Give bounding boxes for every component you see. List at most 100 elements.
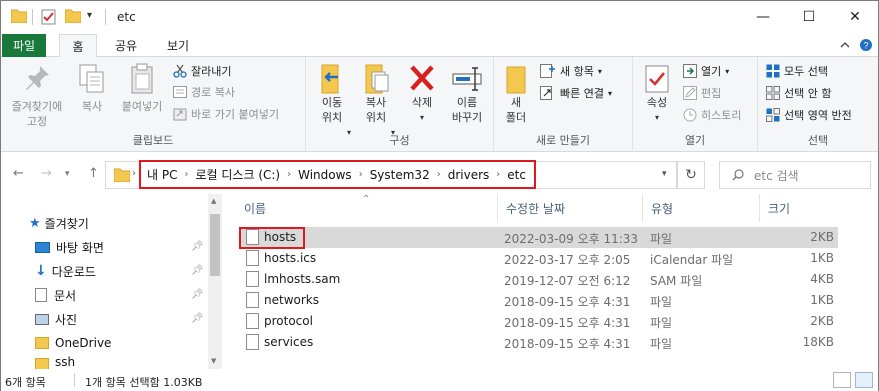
address-history-chevron-icon[interactable]: ▾ <box>662 169 667 179</box>
file-name: protocol <box>264 314 313 328</box>
new-folder-quick-icon[interactable] <box>65 9 81 23</box>
tab-view[interactable]: 보기 <box>156 34 200 57</box>
table-row[interactable]: protocol 2018-09-15 오후 4:31 파일 2KB <box>240 311 838 332</box>
table-row[interactable]: networks 2018-09-15 오후 4:31 파일 1KB <box>240 290 838 311</box>
open-group: 속성 ▾ 열기 ▾ 편집 히스토리 열기 <box>633 57 758 152</box>
search-placeholder: etc 검색 <box>754 168 799 183</box>
nav-item-onedrive[interactable]: OneDrive <box>35 331 111 355</box>
properties-button[interactable]: 속성 ▾ <box>639 63 675 125</box>
close-button[interactable]: ✕ <box>832 1 878 33</box>
select-all-button[interactable]: 모두 선택 <box>766 63 828 79</box>
up-arrow-icon[interactable]: ↑ <box>88 166 99 181</box>
easy-access-label: 빠른 연결 <box>560 87 604 100</box>
refresh-button[interactable]: ↻ <box>677 161 705 189</box>
divider <box>32 9 33 25</box>
help-icon[interactable]: ? <box>859 38 873 52</box>
new-folder-button[interactable]: 새 폴더 <box>498 63 534 125</box>
pin-icon[interactable]: 📌︎ <box>191 265 204 276</box>
select-all-label: 모두 선택 <box>784 65 828 78</box>
edit-button[interactable]: 편집 <box>683 85 721 101</box>
select-group: 모두 선택 선택 안 함 선택 영역 반전 선택 <box>758 57 878 152</box>
nav-item-pictures[interactable]: 사진 <box>35 307 77 331</box>
navigation-pane: ★ 즐겨찾기 바탕 화면 📌︎ ↓ 다운로드 📌︎ 문서 📌︎ 사진 📌︎ On… <box>1 194 222 369</box>
table-row[interactable]: lmhosts.sam 2019-12-07 오전 6:12 SAM 파일 4K… <box>240 269 838 290</box>
chevron-right-icon: › <box>184 169 189 180</box>
file-type: 파일 <box>650 295 673 309</box>
breadcrumb-system32[interactable]: System32 <box>370 168 430 182</box>
file-icon <box>246 334 259 350</box>
tab-share[interactable]: 공유 <box>104 34 148 57</box>
breadcrumb-drivers[interactable]: drivers <box>448 168 490 182</box>
history-button[interactable]: 히스토리 <box>683 107 741 123</box>
select-none-button[interactable]: 선택 안 함 <box>766 85 831 101</box>
recent-locations-chevron-icon[interactable]: ▾ <box>65 169 70 179</box>
back-arrow-icon[interactable]: ← <box>13 166 24 181</box>
nav-scrollbar[interactable]: ▲ ▼ <box>208 194 222 369</box>
properties-quick-icon[interactable] <box>41 9 57 25</box>
delete-button[interactable]: 삭제 ▾ <box>402 63 442 125</box>
chevron-right-icon: › <box>132 168 136 179</box>
rename-label: 이름 바꾸기 <box>451 96 483 124</box>
nav-item-quick-access[interactable]: ★ 즐겨찾기 <box>29 211 89 235</box>
quick-access-dropdown-icon[interactable]: ▾ <box>87 10 92 21</box>
tab-file[interactable]: 파일 <box>2 34 46 57</box>
pin-icon[interactable]: 📌︎ <box>191 313 204 324</box>
details-view-icon[interactable] <box>833 372 851 388</box>
forward-arrow-icon[interactable]: → <box>41 166 52 181</box>
search-icon <box>732 169 744 181</box>
invert-selection-button[interactable]: 선택 영역 반전 <box>766 107 852 123</box>
move-to-label: 이동 위치 <box>321 96 343 124</box>
tab-home[interactable]: 홈 <box>59 34 97 58</box>
column-header-size[interactable]: 크기 <box>760 194 838 222</box>
column-header-name[interactable]: 이름 <box>236 194 498 222</box>
new-item-button[interactable]: 새 항목 ▾ <box>540 63 602 79</box>
nav-item-ssh[interactable]: ssh <box>35 355 75 369</box>
breadcrumb-local-disk[interactable]: 로컬 디스크 (C:) <box>195 166 280 183</box>
delete-x-icon <box>410 65 434 91</box>
maximize-button[interactable]: ☐ <box>786 1 832 33</box>
pin-to-quick-access-button[interactable]: 즐겨찾기에 고정 <box>7 63 67 129</box>
history-label: 히스토리 <box>701 109 742 122</box>
table-row[interactable]: hosts.ics 2022-03-17 오후 2:05 iCalendar 파… <box>240 248 838 269</box>
copy-path-button[interactable]: 경로 복사 <box>173 84 235 100</box>
easy-access-button[interactable]: 빠른 연결 ▾ <box>540 85 612 101</box>
column-header-date[interactable]: 수정한 날짜 <box>498 194 643 222</box>
paste-button[interactable]: 붙여넣기 <box>115 63 169 114</box>
minimize-button[interactable]: — <box>740 1 786 33</box>
title-bar: ▾ etc — ☐ ✕ <box>1 1 878 33</box>
table-row[interactable]: hosts 2022-03-09 오후 11:33 파일 2KB <box>240 227 838 248</box>
rename-button[interactable]: 이름 바꾸기 <box>444 63 490 125</box>
file-date: 2018-09-15 오후 4:31 <box>504 316 631 330</box>
chevron-down-icon: ▾ <box>725 66 730 76</box>
breadcrumb-this-pc[interactable]: 내 PC <box>147 166 177 183</box>
clipboard-paste-icon <box>131 63 153 94</box>
scroll-down-icon[interactable]: ▼ <box>211 357 216 365</box>
paste-shortcut-button[interactable]: 바로 가기 붙여넣기 <box>173 106 279 122</box>
nav-item-documents[interactable]: 문서 <box>35 283 76 307</box>
file-type: SAM 파일 <box>650 274 703 288</box>
scrollbar-thumb[interactable] <box>210 214 220 276</box>
window-title: etc <box>117 10 136 24</box>
column-header-type[interactable]: 유형 <box>643 194 760 222</box>
copy-to-button[interactable]: 복사 위치 ▾ <box>355 63 397 137</box>
folder-icon <box>35 358 49 369</box>
chevron-down-icon: ▾ <box>597 66 602 76</box>
pin-icon[interactable]: 📌︎ <box>191 241 204 252</box>
move-to-button[interactable]: 이동 위치 ▾ <box>311 63 353 137</box>
table-row[interactable]: services 2018-09-15 오후 4:31 파일 18KB <box>240 332 838 353</box>
cut-button[interactable]: 잘라내기 <box>173 63 231 79</box>
search-input[interactable]: etc 검색 <box>719 161 871 189</box>
copy-button[interactable]: 복사 <box>71 63 113 114</box>
breadcrumb-etc[interactable]: etc <box>507 168 526 182</box>
open-button[interactable]: 열기 ▾ <box>683 63 729 79</box>
scroll-up-icon[interactable]: ▲ <box>211 197 216 205</box>
nav-item-desktop[interactable]: 바탕 화면 <box>35 235 104 259</box>
pin-icon[interactable]: 📌︎ <box>191 289 204 300</box>
breadcrumb-windows[interactable]: Windows <box>298 168 352 182</box>
collapse-ribbon-icon[interactable] <box>839 39 851 51</box>
copy-path-label: 경로 복사 <box>191 86 235 99</box>
paste-shortcut-label: 바로 가기 붙여넣기 <box>191 108 279 121</box>
large-icons-view-icon[interactable] <box>855 372 873 388</box>
nav-item-downloads[interactable]: ↓ 다운로드 <box>35 259 96 283</box>
organize-group: 이동 위치 ▾ 복사 위치 ▾ 삭제 ▾ 이름 바꾸기 구성 <box>306 57 494 152</box>
